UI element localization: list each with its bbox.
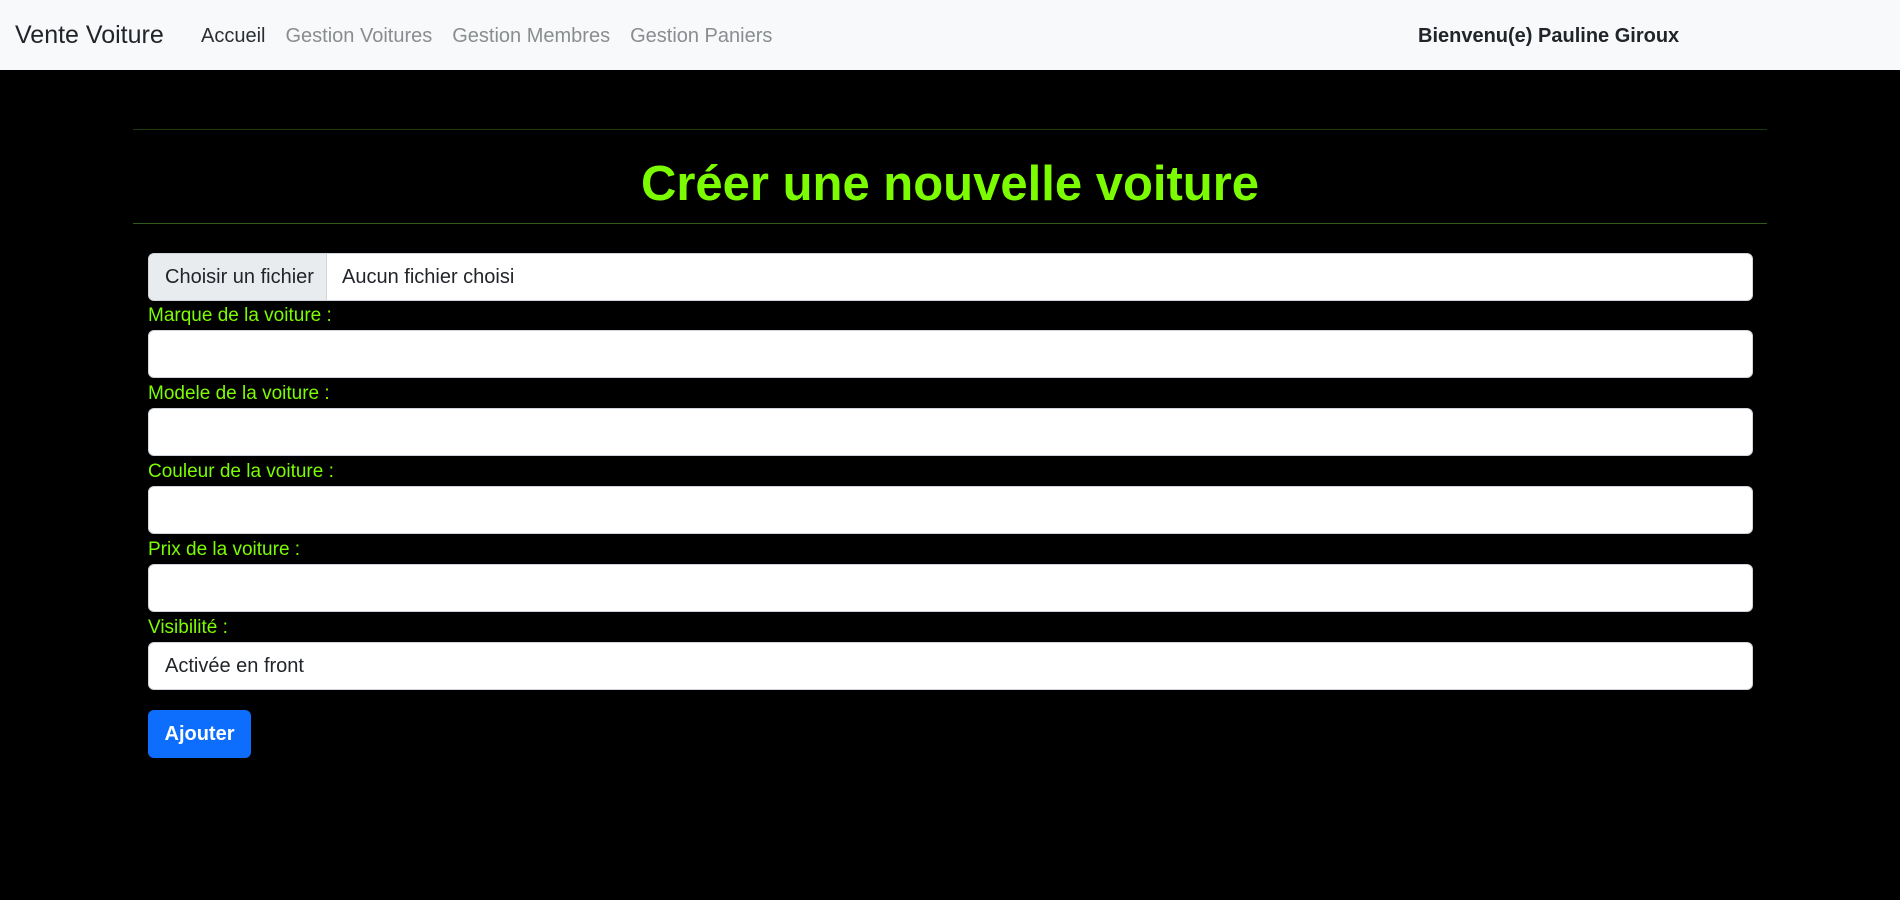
nav-link-gestion-voitures[interactable]: Gestion Voitures bbox=[275, 22, 442, 50]
brand-input[interactable] bbox=[148, 330, 1753, 378]
brand-link[interactable]: Vente Voiture bbox=[15, 18, 164, 52]
color-label: Couleur de la voiture : bbox=[148, 461, 334, 482]
visibility-label: Visibilité : bbox=[148, 617, 228, 638]
visibility-selected-value: Activée en front bbox=[165, 654, 304, 677]
title-top-divider bbox=[133, 129, 1767, 130]
image-file-input[interactable]: Choisir un fichier Aucun fichier choisi bbox=[148, 253, 1753, 301]
brand-label: Marque de la voiture : bbox=[148, 305, 332, 326]
price-input[interactable] bbox=[148, 564, 1753, 612]
model-label: Modele de la voiture : bbox=[148, 383, 330, 404]
add-button[interactable]: Ajouter bbox=[148, 710, 251, 758]
title-bottom-divider bbox=[133, 223, 1767, 224]
nav-link-accueil[interactable]: Accueil bbox=[191, 22, 275, 50]
nav-links: Accueil Gestion Voitures Gestion Membres… bbox=[191, 22, 782, 50]
top-navbar: Vente Voiture Accueil Gestion Voitures G… bbox=[0, 0, 1900, 70]
color-input[interactable] bbox=[148, 486, 1753, 534]
visibility-select[interactable]: Activée en front bbox=[148, 642, 1753, 690]
model-input[interactable] bbox=[148, 408, 1753, 456]
nav-link-gestion-membres[interactable]: Gestion Membres bbox=[442, 22, 620, 50]
file-status-text: Aucun fichier choisi bbox=[342, 265, 515, 288]
nav-link-gestion-paniers[interactable]: Gestion Paniers bbox=[620, 22, 782, 50]
page-title: Créer une nouvelle voiture bbox=[640, 157, 1260, 211]
price-label: Prix de la voiture : bbox=[148, 539, 301, 560]
welcome-message: Bienvenu(e) Pauline Giroux bbox=[1418, 25, 1680, 47]
choose-file-button[interactable]: Choisir un fichier bbox=[149, 254, 327, 300]
